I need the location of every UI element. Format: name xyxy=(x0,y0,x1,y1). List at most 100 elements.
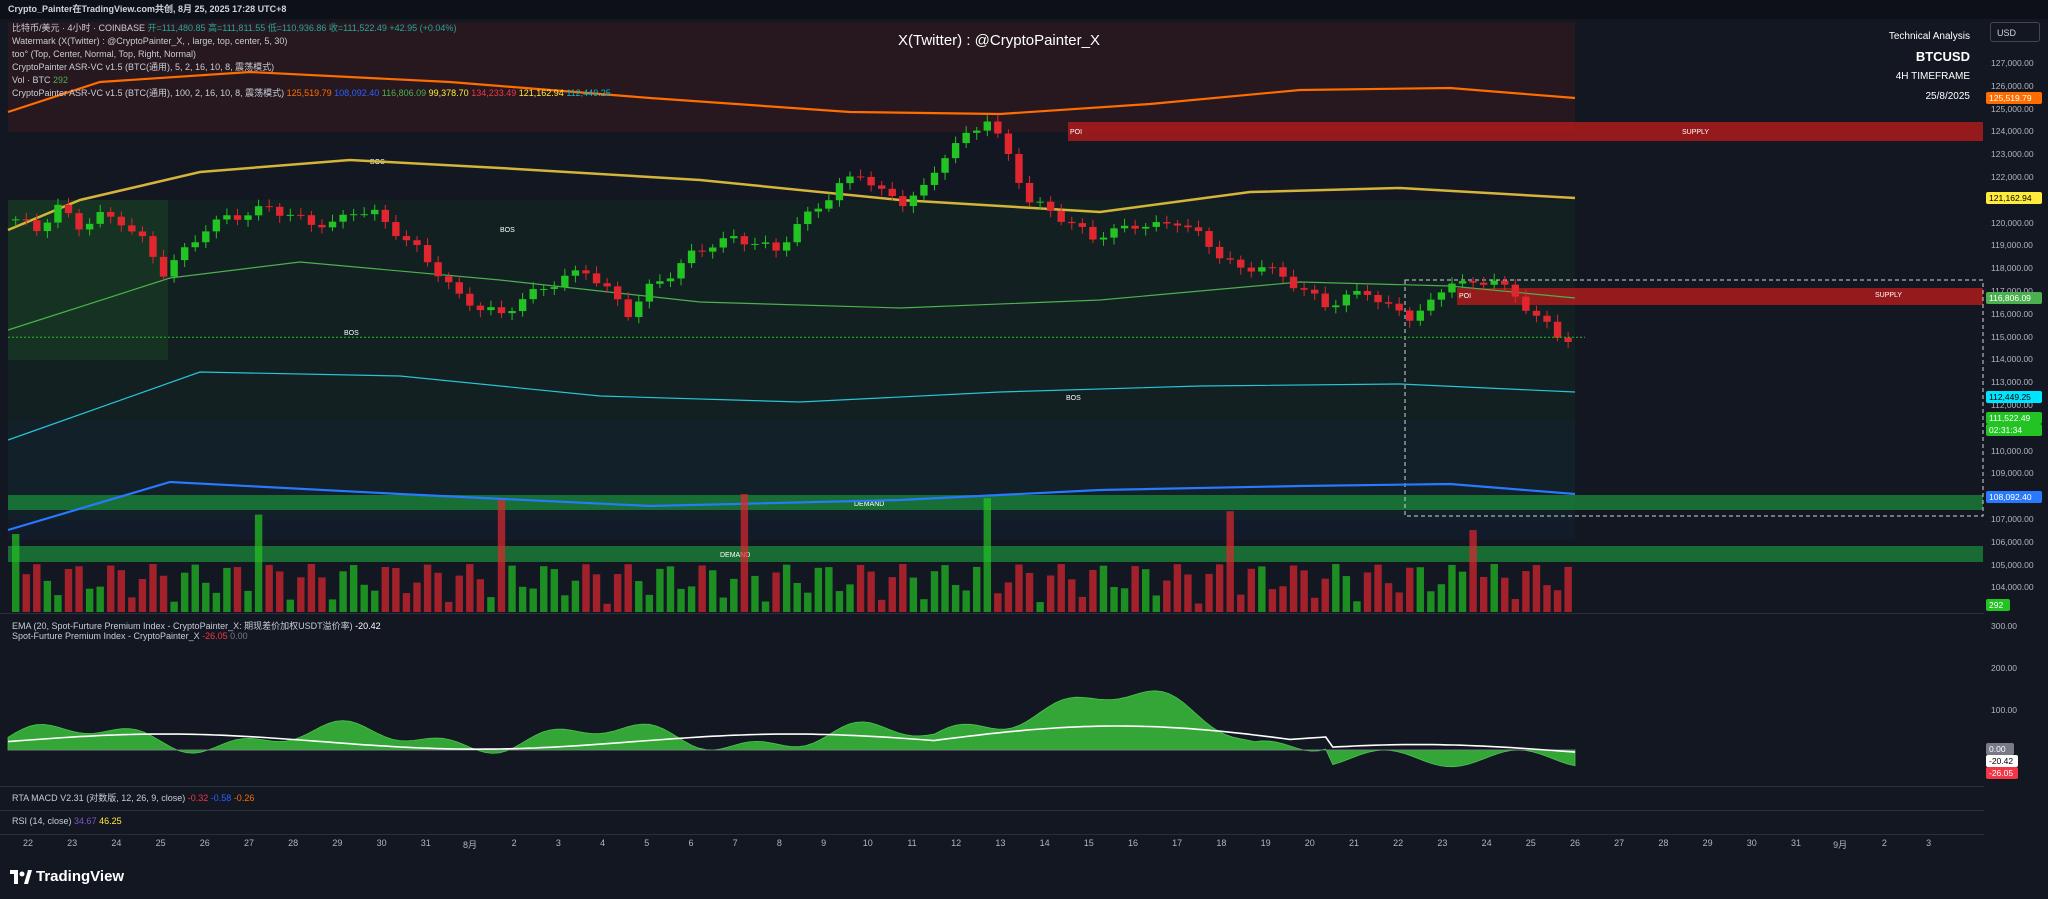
time-axis-label: 23 xyxy=(67,838,78,848)
price-axis-label: 106,000.00 xyxy=(1991,536,2034,547)
volume-bar xyxy=(1363,572,1372,612)
time-axis-label: 13 xyxy=(995,838,1006,848)
volume-bar xyxy=(1332,564,1340,612)
time-axis-label: 8月 xyxy=(462,840,478,850)
candle xyxy=(1395,303,1403,311)
volume-bar xyxy=(434,572,442,612)
premium-title2[interactable]: Spot-Furture Premium Index - CryptoPaint… xyxy=(12,631,248,641)
candle xyxy=(930,172,939,185)
candle xyxy=(1258,267,1266,272)
candle xyxy=(75,213,83,230)
candle xyxy=(941,158,949,173)
candle xyxy=(1469,281,1477,283)
volume-bar xyxy=(254,514,263,612)
volume-bar xyxy=(856,564,865,612)
legend-vol-label[interactable]: Vol · BTC xyxy=(12,75,51,85)
candle xyxy=(782,242,791,251)
volume-bar xyxy=(1184,574,1192,612)
lower-band-area xyxy=(8,420,1575,540)
candle xyxy=(43,222,52,232)
price-tag-last: 111,522.49 xyxy=(1986,412,2042,424)
volume-bar xyxy=(930,571,939,612)
price-axis-label: 122,000.00 xyxy=(1991,172,2034,182)
candle xyxy=(233,215,242,220)
time-axis-label: 15 xyxy=(1083,838,1094,848)
main-chart[interactable]: POI SUPPLYPOI SUPPLYDEMANDDEMANDBOSBOSBOSB… xyxy=(0,19,2048,839)
time-axis-label: 21 xyxy=(1348,838,1360,848)
volume-bar xyxy=(1247,568,1256,612)
candle xyxy=(994,121,1002,134)
candle xyxy=(920,184,928,196)
time-axis-label: 28 xyxy=(288,838,299,848)
candle xyxy=(276,206,284,216)
volume-bar xyxy=(487,597,495,612)
volume-bar xyxy=(962,590,970,612)
premium-tag-ema: -20.42 xyxy=(1986,755,2018,767)
candle xyxy=(1384,302,1393,304)
time-axis-label: 24 xyxy=(111,838,122,848)
volume-bar xyxy=(550,569,558,612)
pane-separator[interactable] xyxy=(0,613,1984,614)
pane-separator[interactable] xyxy=(0,786,1984,787)
legend-asr2-value: 116,806.09 xyxy=(381,88,427,98)
time-axis-label: 3 xyxy=(1926,838,1932,848)
legend-asr2[interactable]: CryptoPainter ASR-VC v1.5 (BTC(通用), 100,… xyxy=(12,88,284,98)
price-axis-label: 119,000.00 xyxy=(1991,240,2033,251)
time-axis-label: 26 xyxy=(1569,838,1581,848)
legend-asr1[interactable]: CryptoPainter ASR-VC v1.5 (BTC(通用), 5, 2… xyxy=(12,61,611,74)
volume-bar xyxy=(233,567,242,612)
volume-bar xyxy=(413,582,421,612)
volume-bar xyxy=(835,591,844,612)
volume-bar xyxy=(1553,590,1562,612)
tradingview-logo[interactable]: TradingView xyxy=(10,868,124,885)
supply-zone xyxy=(1457,288,1983,305)
candle xyxy=(772,242,780,251)
time-axis-label: 2 xyxy=(1881,838,1887,848)
candle xyxy=(1490,280,1498,285)
volume-bar xyxy=(159,575,168,612)
volume-bar xyxy=(740,494,749,612)
candle xyxy=(624,299,632,318)
candle xyxy=(180,247,189,261)
volume-bar xyxy=(624,564,632,612)
rsi-title[interactable]: RSI (14, close) 34.67 46.25 xyxy=(12,816,122,826)
legend-symbol[interactable]: 比特币/美元 · 4小时 · COINBASE xyxy=(12,23,145,33)
time-axis-label: 10 xyxy=(862,838,873,848)
candle xyxy=(730,236,738,239)
volume-bar xyxy=(1015,564,1023,612)
candle xyxy=(550,287,558,289)
candle xyxy=(951,143,960,159)
price-tag-yellow: 121,162.94 xyxy=(1986,192,2042,204)
candle xyxy=(1363,290,1372,295)
time-axis-label: 14 xyxy=(1039,838,1050,848)
candle xyxy=(1321,293,1329,308)
volume-bar xyxy=(371,590,379,612)
candle xyxy=(825,200,833,209)
candle xyxy=(1522,296,1530,311)
candle xyxy=(1068,221,1076,224)
volume-bar xyxy=(1532,565,1541,612)
candle xyxy=(1015,153,1023,183)
macd-title[interactable]: RTA MACD V2.31 (对数版, 12, 26, 9, close) -… xyxy=(12,791,254,804)
volume-bar xyxy=(1120,588,1129,612)
candle xyxy=(444,276,453,283)
currency-button[interactable]: USD xyxy=(1990,22,2040,42)
volume-bar xyxy=(983,498,991,612)
price-tag-cyan: 112,449.25 xyxy=(1986,391,2042,403)
volume-bar xyxy=(561,595,569,612)
price-axis-label: 123,000.00 xyxy=(1991,149,2034,160)
time-axis-label: 9 xyxy=(821,838,827,848)
tradingview-logo-icon xyxy=(10,869,32,884)
candle xyxy=(223,215,231,220)
volume-bar xyxy=(994,593,1002,612)
pane-separator[interactable] xyxy=(0,810,1984,811)
legend-too[interactable]: too° (Top, Center, Normal, Top, Right, N… xyxy=(12,48,611,61)
volume-bar xyxy=(392,568,400,612)
analysis-symbol: BTCUSD xyxy=(1915,49,1970,64)
time-axis-label: 27 xyxy=(243,838,255,848)
legend-watermark[interactable]: Watermark (X(Twitter) : @CryptoPainter_X… xyxy=(12,35,611,48)
candle xyxy=(22,219,30,221)
price-tag-countdown: 02:31:34 xyxy=(1986,424,2042,436)
volume-bar xyxy=(613,574,622,612)
candle xyxy=(423,245,432,263)
